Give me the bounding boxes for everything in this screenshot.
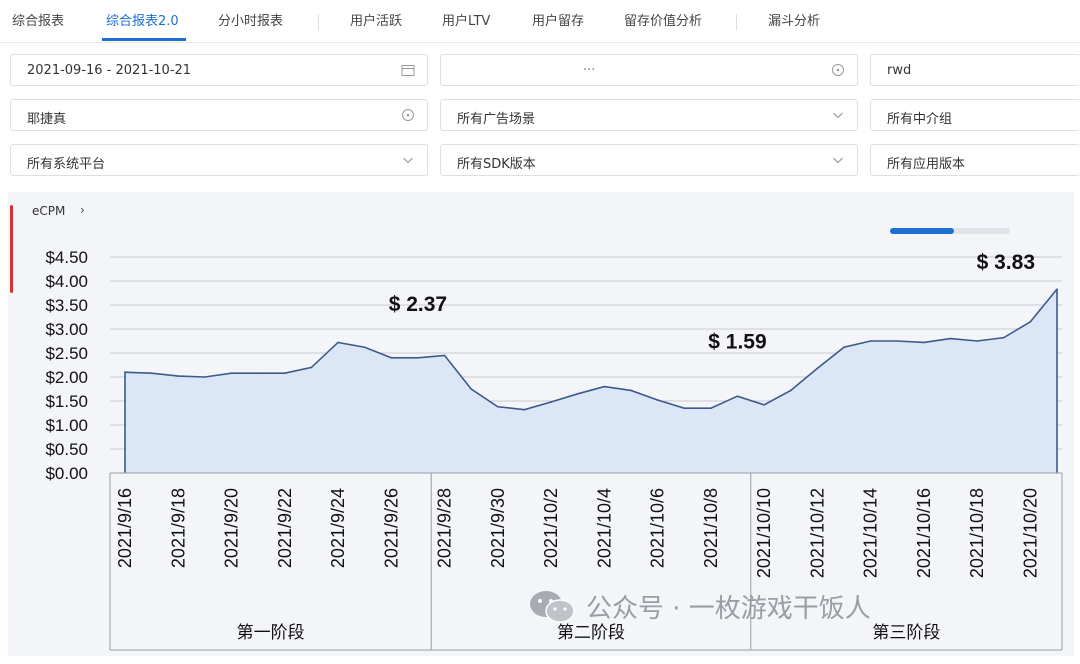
x-tick-label: 2021/9/22: [275, 488, 295, 568]
y-tick-label: $0.50: [45, 440, 88, 459]
data-point: [204, 376, 206, 378]
data-point: [630, 389, 632, 392]
stage-label: 第三阶段: [872, 623, 940, 643]
data-point: [443, 354, 446, 357]
x-tick-label: 2021/10/16: [914, 488, 934, 578]
data-point: [177, 375, 180, 377]
data-point: [736, 395, 739, 398]
data-point: [949, 337, 952, 340]
y-tick-label: $1.00: [45, 416, 88, 435]
x-tick-label: 2021/10/8: [701, 488, 721, 568]
data-area: [124, 288, 1058, 473]
data-point: [497, 405, 499, 408]
data-point: [1056, 288, 1058, 290]
data-point: [923, 341, 925, 344]
data-point: [310, 366, 313, 369]
x-tick-label: 2021/9/20: [222, 488, 242, 568]
x-tick-label: 2021/9/28: [435, 488, 455, 568]
data-point: [683, 407, 685, 410]
area-fill: [125, 289, 1057, 473]
data-point: [417, 357, 419, 359]
y-tick-label: $1.50: [45, 392, 88, 411]
x-tick-label: 2021/9/26: [381, 488, 401, 568]
ecpm-area-chart: $0.00 $0.50 $1.00 $1.50 $2.00 $2.50 $3.00 $3.50…: [45, 248, 1063, 651]
data-point: [363, 346, 366, 349]
data-point: [283, 372, 286, 374]
data-point: [603, 385, 606, 388]
y-tick-label: $3.50: [45, 296, 88, 315]
data-point: [976, 340, 978, 342]
data-point: [257, 372, 259, 374]
data-point: [390, 357, 393, 359]
x-tick-label: 2021/10/2: [541, 488, 561, 568]
wechat-icon: [530, 590, 575, 623]
data-point: [896, 340, 899, 342]
y-tick-label: $0.00: [45, 464, 88, 483]
data-point: [710, 407, 712, 410]
data-point: [124, 371, 126, 374]
x-tick-label: 2021/9/16: [115, 488, 135, 568]
data-point: [1002, 336, 1005, 339]
value-callouts: $ 2.37 $ 1.59 $ 3.83: [389, 251, 1035, 354]
x-tick-label: 2021/10/6: [648, 488, 668, 568]
y-axis-ticks: $0.00 $0.50 $1.00 $1.50 $2.00 $2.50 $3.00 $3.50…: [45, 248, 88, 483]
y-tick-label: $4.50: [45, 248, 88, 267]
x-tick-label: 2021/9/18: [168, 488, 188, 568]
x-tick-label: 2021/10/10: [754, 488, 774, 578]
y-tick-label: $2.00: [45, 368, 88, 387]
data-point: [550, 401, 552, 403]
y-tick-label: $3.00: [45, 320, 88, 339]
x-tick-label: 2021/10/18: [967, 488, 987, 578]
stage-label: 第一阶段: [237, 623, 305, 643]
value-callout: $ 1.59: [708, 331, 766, 354]
data-point: [470, 388, 472, 390]
x-tick-label: 2021/9/30: [488, 488, 508, 568]
value-callout: $ 2.37: [389, 293, 447, 316]
data-point: [150, 372, 153, 374]
x-tick-label: 2021/9/24: [328, 488, 348, 568]
data-point: [869, 340, 872, 342]
x-tick-label: 2021/10/4: [594, 488, 614, 568]
data-point: [789, 389, 792, 392]
x-tick-label: 2021/10/14: [861, 488, 881, 578]
x-tick-label: 2021/10/12: [807, 488, 827, 578]
data-point: [337, 341, 339, 344]
value-callout: $ 3.83: [977, 251, 1035, 274]
x-axis-ticks: 2021/9/16 2021/9/18 2021/9/20 2021/9/22 2021…: [115, 488, 1040, 578]
data-point: [763, 404, 765, 406]
data-point: [843, 346, 845, 349]
data-point: [816, 367, 819, 370]
data-point: [230, 372, 233, 374]
y-tick-label: $2.50: [45, 344, 88, 363]
data-point: [523, 408, 526, 411]
data-point: [1029, 321, 1032, 323]
data-point: [576, 393, 579, 395]
y-tick-label: $4.00: [45, 272, 88, 291]
watermark: 公众号 · 一枚游戏干饭人: [528, 588, 871, 628]
data-point: [656, 399, 659, 401]
x-tick-label: 2021/10/20: [1020, 488, 1040, 578]
watermark-text: 公众号 · 一枚游戏干饭人: [586, 594, 871, 624]
